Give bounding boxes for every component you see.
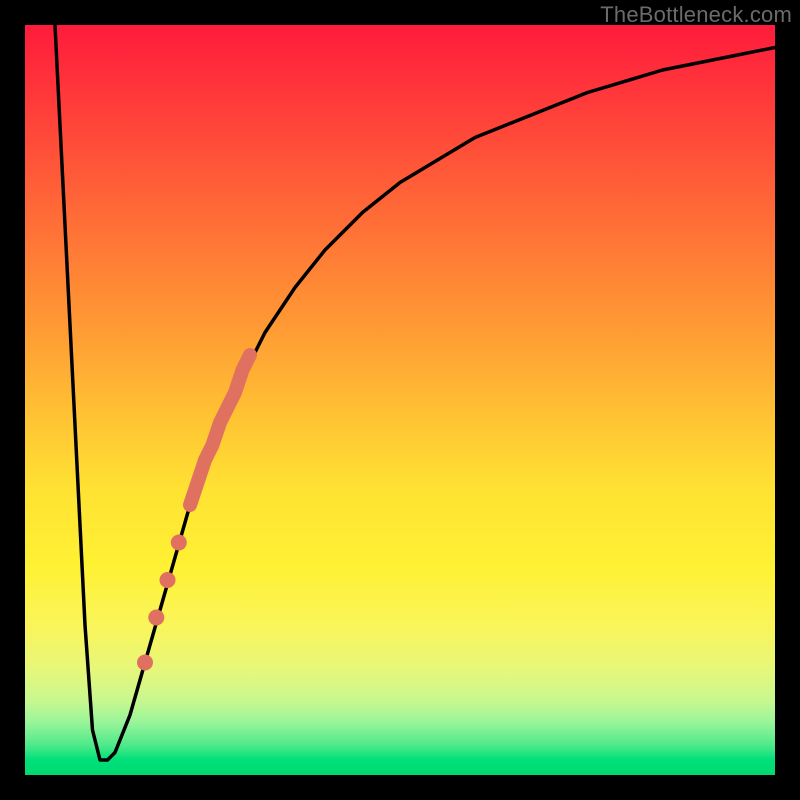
highlight-dot xyxy=(137,655,153,671)
plot-area xyxy=(25,25,775,775)
highlight-dot xyxy=(160,572,176,588)
bottleneck-curve xyxy=(55,25,775,760)
highlight-segment xyxy=(190,355,250,505)
highlight-dot xyxy=(171,535,187,551)
chart-svg xyxy=(25,25,775,775)
highlight-dot xyxy=(148,610,164,626)
chart-frame: TheBottleneck.com xyxy=(0,0,800,800)
